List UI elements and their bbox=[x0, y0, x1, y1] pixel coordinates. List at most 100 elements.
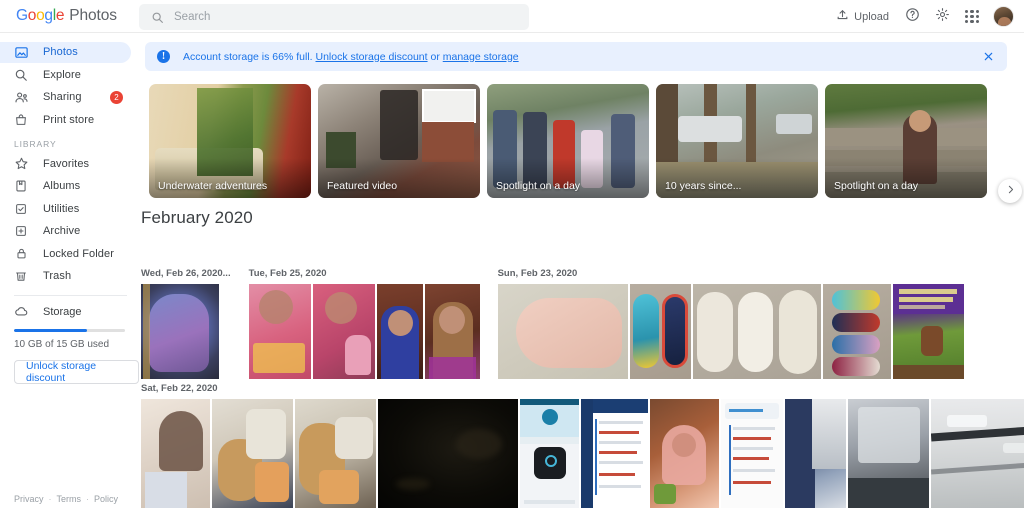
day-label: Sun, Feb 23, 2020 bbox=[497, 268, 578, 279]
sidebar-item-archive[interactable]: Archive bbox=[0, 221, 131, 242]
star-icon bbox=[13, 156, 29, 172]
day-group: Wed, Feb 26, 2020... bbox=[141, 268, 231, 379]
memory-card[interactable]: Featured video bbox=[318, 84, 480, 198]
sidebar-label-print-store: Print store bbox=[43, 113, 95, 126]
photo-tile[interactable] bbox=[692, 284, 821, 379]
sidebar-item-utilities[interactable]: Utilities bbox=[0, 198, 131, 219]
day-tiles bbox=[248, 284, 480, 379]
search-input[interactable] bbox=[174, 11, 474, 23]
main-content: ! Account storage is 66% full. Unlock st… bbox=[139, 33, 1024, 514]
logo-product-name: Photos bbox=[69, 7, 117, 24]
search-bar[interactable] bbox=[139, 4, 529, 30]
photo-tile[interactable] bbox=[785, 399, 846, 508]
sidebar-item-explore[interactable]: Explore bbox=[0, 64, 131, 85]
photo-tile[interactable] bbox=[141, 284, 219, 379]
memory-card[interactable]: Spotlight on a day bbox=[487, 84, 649, 198]
sidebar-item-favorites[interactable]: Favorites bbox=[0, 153, 131, 174]
trash-icon bbox=[13, 268, 29, 284]
sidebar-item-albums[interactable]: Albums bbox=[0, 176, 131, 197]
photo-tile[interactable] bbox=[581, 399, 648, 508]
photo-tile[interactable] bbox=[248, 284, 311, 379]
day-group: Tue, Feb 25, 2020 bbox=[248, 268, 480, 379]
google-photos-logo[interactable]: G o o g l e Photos bbox=[16, 7, 136, 25]
sidebar: Photos Explore Sharing 2 Print store LIB bbox=[0, 33, 139, 514]
logo-letter-o2: o bbox=[36, 7, 45, 24]
search-icon bbox=[151, 11, 164, 24]
sharing-badge: 2 bbox=[110, 90, 123, 104]
unlock-storage-discount-link[interactable]: Unlock storage discount bbox=[316, 51, 428, 63]
settings-button[interactable] bbox=[929, 4, 955, 30]
close-icon[interactable] bbox=[979, 48, 997, 66]
photo-tile[interactable] bbox=[848, 399, 929, 508]
photo-tile[interactable] bbox=[629, 284, 691, 379]
photo-tile[interactable] bbox=[721, 399, 783, 508]
policy-link[interactable]: Policy bbox=[94, 494, 118, 504]
privacy-link[interactable]: Privacy bbox=[14, 494, 44, 504]
footer-links: Privacy · Terms · Policy bbox=[14, 494, 118, 504]
archive-icon bbox=[13, 223, 29, 239]
storage-section[interactable]: Storage bbox=[0, 304, 139, 320]
sidebar-label-locked-folder: Locked Folder bbox=[43, 247, 115, 260]
storage-progress-fill bbox=[14, 328, 88, 332]
memory-card[interactable]: Underwater adventures bbox=[149, 84, 311, 198]
memory-scrim bbox=[318, 158, 480, 198]
memory-scrim bbox=[825, 158, 987, 198]
storage-label: Storage bbox=[43, 305, 82, 318]
sidebar-item-locked-folder[interactable]: Locked Folder bbox=[0, 243, 131, 264]
terms-link[interactable]: Terms bbox=[57, 494, 82, 504]
photo-row: Sat, Feb 22, 2020 bbox=[141, 383, 1024, 508]
album-icon bbox=[13, 178, 29, 194]
sidebar-item-trash[interactable]: Trash bbox=[0, 266, 131, 287]
help-button[interactable] bbox=[899, 4, 925, 30]
photo-tile[interactable] bbox=[892, 284, 964, 379]
photo-tile[interactable] bbox=[376, 284, 423, 379]
photo-tile[interactable] bbox=[822, 284, 891, 379]
sidebar-label-favorites: Favorites bbox=[43, 157, 90, 170]
upload-button[interactable]: Upload bbox=[830, 4, 895, 30]
photo-tile[interactable] bbox=[295, 399, 376, 508]
day-tiles bbox=[141, 399, 1024, 508]
photo-tile[interactable] bbox=[520, 399, 579, 508]
photo-tile[interactable] bbox=[378, 399, 518, 508]
logo-letter-g2: g bbox=[44, 7, 53, 24]
memory-label: 10 years since... bbox=[665, 180, 742, 192]
memory-card[interactable]: 10 years since... bbox=[656, 84, 818, 198]
memory-scrim bbox=[149, 158, 311, 198]
avatar[interactable] bbox=[993, 6, 1014, 27]
memory-label: Spotlight on a day bbox=[496, 180, 581, 192]
photo-tile[interactable] bbox=[141, 399, 210, 508]
photo-tile[interactable] bbox=[212, 399, 293, 508]
sidebar-item-sharing[interactable]: Sharing 2 bbox=[0, 87, 131, 108]
search-icon bbox=[13, 67, 29, 83]
photo-tile[interactable] bbox=[312, 284, 375, 379]
sidebar-item-photos[interactable]: Photos bbox=[0, 41, 131, 63]
day-label: Tue, Feb 25, 2020 bbox=[248, 268, 327, 279]
day-label: Wed, Feb 26, 2020... bbox=[141, 268, 231, 279]
lock-icon bbox=[13, 246, 29, 262]
logo-letter-o1: o bbox=[27, 7, 37, 24]
manage-storage-link[interactable]: manage storage bbox=[443, 51, 519, 63]
help-icon bbox=[905, 7, 920, 27]
gear-icon bbox=[935, 7, 950, 27]
sidebar-divider bbox=[14, 294, 127, 296]
day-group: Sun, Feb 23, 2020 bbox=[497, 268, 964, 379]
storage-banner: ! Account storage is 66% full. Unlock st… bbox=[145, 42, 1007, 71]
photo-tile[interactable] bbox=[931, 399, 1024, 508]
day-label: Sat, Feb 22, 2020 bbox=[141, 383, 218, 394]
photo-tile[interactable] bbox=[497, 284, 628, 379]
photo-icon bbox=[13, 44, 29, 60]
sidebar-item-print-store[interactable]: Print store bbox=[0, 109, 131, 130]
photo-tile[interactable] bbox=[650, 399, 719, 508]
day-group: Sat, Feb 22, 2020 bbox=[141, 383, 1024, 508]
info-icon: ! bbox=[157, 50, 170, 63]
apps-button[interactable] bbox=[959, 4, 985, 30]
storage-used-text: 10 GB of 15 GB used bbox=[14, 339, 110, 350]
memory-scrim bbox=[487, 158, 649, 198]
sidebar-label-trash: Trash bbox=[43, 270, 72, 282]
memory-card[interactable]: Spotlight on a day bbox=[825, 84, 987, 198]
unlock-storage-discount-button[interactable]: Unlock storage discount bbox=[14, 360, 139, 384]
carousel-next-button[interactable] bbox=[998, 179, 1022, 203]
memories-carousel[interactable]: Underwater adventures Featured video Spo… bbox=[149, 84, 1024, 203]
photo-tile[interactable] bbox=[424, 284, 480, 379]
people-icon bbox=[13, 89, 29, 105]
